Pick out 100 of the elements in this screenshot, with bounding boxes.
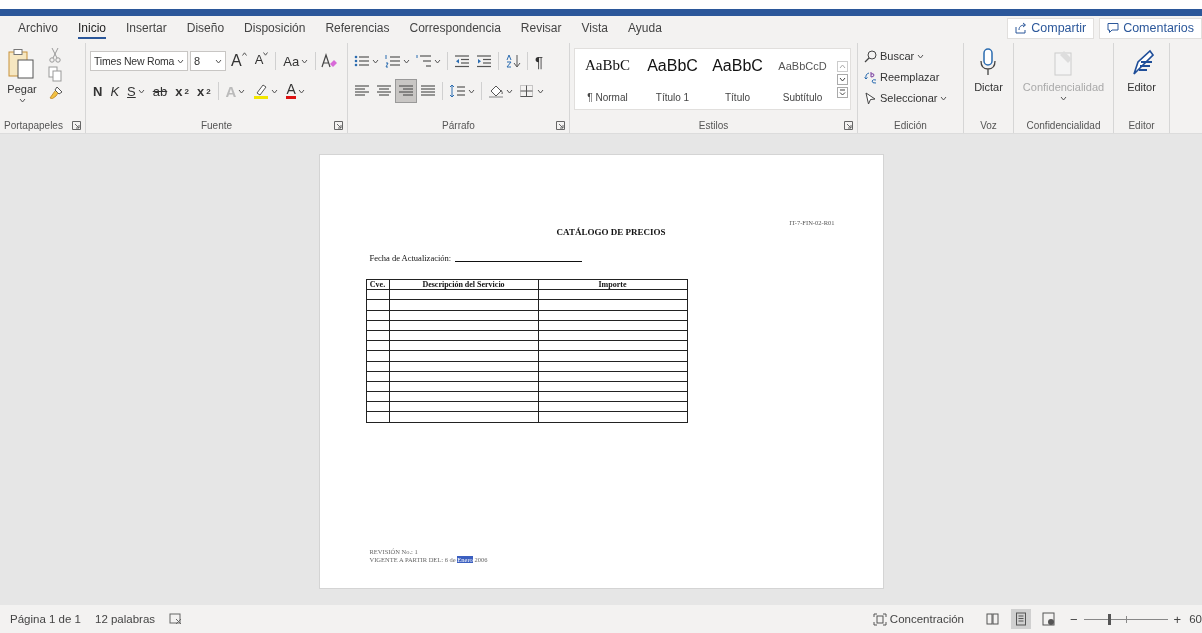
proofing-icon[interactable]: [169, 613, 184, 625]
focus-button[interactable]: Concentración: [872, 612, 964, 626]
caret-icon: [1060, 96, 1067, 101]
justify-icon: [420, 84, 436, 98]
more-styles-icon[interactable]: [837, 86, 848, 98]
group-label: Portapapeles: [4, 119, 63, 131]
superscript-button[interactable]: x$^{2}$: [193, 80, 214, 102]
caret-icon: [18, 98, 26, 103]
style-preview[interactable]: AaBbCcD: [778, 57, 827, 72]
table-cell: [366, 299, 389, 311]
document-title: CATÁLOGO DE PRECIOS: [555, 226, 666, 237]
zoom-level[interactable]: 60: [1189, 613, 1202, 625]
font-size-field[interactable]: 8: [190, 51, 226, 71]
find-button[interactable]: Buscar: [862, 46, 950, 66]
clear-format-icon[interactable]: [320, 53, 339, 69]
ribbon-tab[interactable]: Correspondencia: [409, 17, 501, 39]
column-header: Importe: [538, 279, 687, 290]
italic-button[interactable]: K: [107, 80, 123, 102]
font-name-field[interactable]: Times New Roma: [90, 51, 188, 71]
caret-icon: [271, 88, 279, 94]
comments-button[interactable]: Comentarios: [1099, 17, 1202, 39]
numbering-icon: [385, 54, 401, 68]
dialog-launcher-icon[interactable]: [844, 121, 853, 130]
ribbon-tab[interactable]: Vista: [581, 17, 608, 39]
grow-font-button[interactable]: A: [228, 50, 250, 72]
caret-icon: [238, 88, 246, 94]
web-layout-icon[interactable]: [1042, 612, 1056, 626]
dialog-launcher-icon[interactable]: [556, 121, 565, 130]
table-cell: [366, 340, 389, 351]
table-cell: [366, 310, 389, 321]
ribbon-tab[interactable]: Inicio: [78, 17, 107, 39]
borders-icon: [519, 84, 535, 98]
table-cell: [366, 381, 389, 392]
style-preview[interactable]: AaBbC: [647, 57, 698, 75]
read-mode-icon[interactable]: [986, 612, 1000, 626]
align-left-icon: [354, 84, 370, 98]
group-label: Edición: [894, 119, 927, 131]
caret-up-icon: [241, 52, 247, 56]
dialog-launcher-icon[interactable]: [72, 121, 81, 130]
caret-icon: [506, 88, 513, 94]
caret-icon: [297, 88, 305, 94]
bold-button[interactable]: N: [90, 80, 106, 102]
highlighter-icon: [253, 83, 270, 99]
share-button[interactable]: Compartir: [1007, 17, 1095, 39]
line-spacing-icon: [449, 84, 466, 98]
caret-icon: [537, 88, 544, 94]
ribbon-tab[interactable]: Diseño: [186, 17, 225, 39]
ribbon-tab[interactable]: Insertar: [126, 17, 167, 39]
group-label: Voz: [980, 119, 997, 131]
dictate-button[interactable]: Dictar: [971, 46, 1006, 95]
ribbon-tab[interactable]: Disposición: [244, 17, 306, 39]
shrink-font-button[interactable]: A: [251, 50, 272, 72]
ribbon-tab[interactable]: Referencias: [325, 17, 390, 39]
center-icon: [376, 84, 392, 98]
style-name[interactable]: Subtítulo: [782, 92, 823, 103]
change-case-button[interactable]: Aa: [280, 50, 312, 72]
page-count[interactable]: Página 1 de 1: [10, 613, 81, 625]
format-painter-icon[interactable]: [48, 85, 64, 101]
style-name[interactable]: ¶ Normal: [587, 92, 628, 103]
style-name[interactable]: Título 1: [655, 92, 690, 103]
table-cell: [366, 330, 389, 341]
clipboard-icon: [7, 48, 37, 80]
scroll-down-icon[interactable]: [837, 73, 848, 85]
align-right-icon: [398, 84, 414, 98]
underline-button[interactable]: S: [124, 80, 148, 102]
microphone-icon: [978, 48, 999, 78]
paste-button[interactable]: Pegar: [4, 46, 40, 105]
select-button[interactable]: Seleccionar: [862, 88, 950, 108]
table-cell: [366, 289, 389, 300]
zoom-out-button[interactable]: −: [1070, 611, 1078, 627]
print-layout-icon[interactable]: [1014, 612, 1028, 626]
search-icon: [864, 49, 877, 63]
style-name[interactable]: Título: [725, 92, 750, 103]
ribbon-tab[interactable]: Ayuda: [628, 17, 662, 39]
style-preview[interactable]: AaBbC: [712, 57, 763, 75]
caret-down-icon: [263, 52, 269, 56]
table-cell: [366, 320, 389, 331]
table-cell: [366, 371, 389, 382]
editor-button[interactable]: Editor: [1124, 46, 1159, 95]
shading-icon: [488, 84, 504, 98]
caret-icon: [301, 58, 309, 64]
style-preview[interactable]: AaBbC: [585, 57, 630, 74]
word-count[interactable]: 12 palabras: [95, 613, 156, 625]
font-color-button[interactable]: A: [283, 80, 308, 102]
dialog-launcher-icon[interactable]: [334, 121, 343, 130]
sort-icon: [505, 54, 521, 68]
caret-icon: [940, 95, 948, 101]
date-label: Fecha de Actualización:: [369, 253, 452, 263]
share-icon: [1015, 22, 1028, 34]
ribbon-tab[interactable]: Archivo: [18, 17, 58, 39]
show-marks-button[interactable]: ¶: [532, 50, 547, 72]
fill-in-line[interactable]: [455, 260, 583, 262]
zoom-in-button[interactable]: +: [1173, 611, 1182, 627]
column-header: Cve.: [366, 279, 389, 290]
caret-icon: [403, 58, 410, 64]
slider-thumb[interactable]: [1107, 613, 1111, 625]
replace-button[interactable]: Reemplazar: [862, 67, 950, 87]
strikethrough-button[interactable]: ab: [149, 80, 171, 102]
caret-icon: [917, 53, 925, 59]
ribbon-tab[interactable]: Revisar: [520, 17, 562, 39]
